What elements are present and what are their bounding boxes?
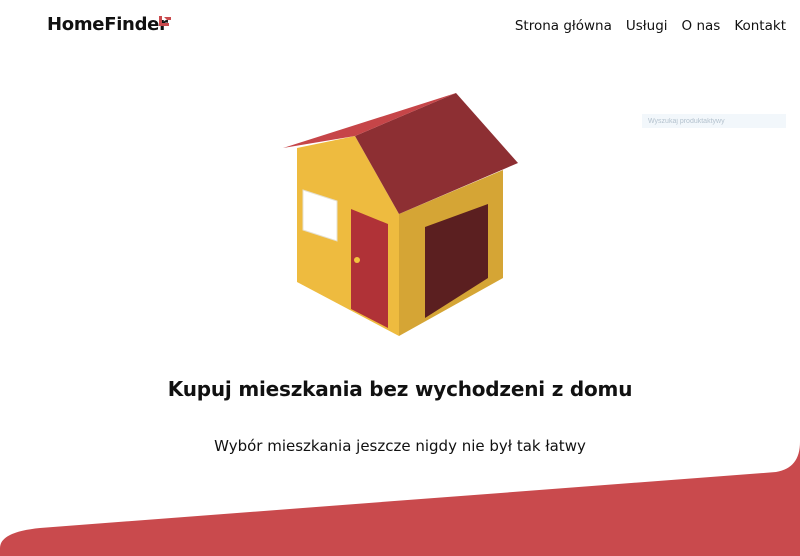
bottom-wave xyxy=(0,442,800,556)
nav-services[interactable]: Usługi xyxy=(626,18,668,34)
nav-home[interactable]: Strona główna xyxy=(515,18,612,34)
main-nav: Strona główna Usługi O nas Kontakt xyxy=(515,18,786,34)
site-header: HomeFinder Strona główna Usługi O nas Ko… xyxy=(0,0,800,52)
house-illustration xyxy=(283,93,518,336)
search-input[interactable] xyxy=(642,114,786,128)
nav-about[interactable]: O nas xyxy=(682,18,721,34)
logo-arrow-icon xyxy=(159,16,171,26)
logo[interactable]: HomeFinder xyxy=(47,14,168,35)
hero-headline: Kupuj mieszkania bez wychodzeni z domu xyxy=(167,377,633,401)
nav-contact[interactable]: Kontakt xyxy=(734,18,786,34)
